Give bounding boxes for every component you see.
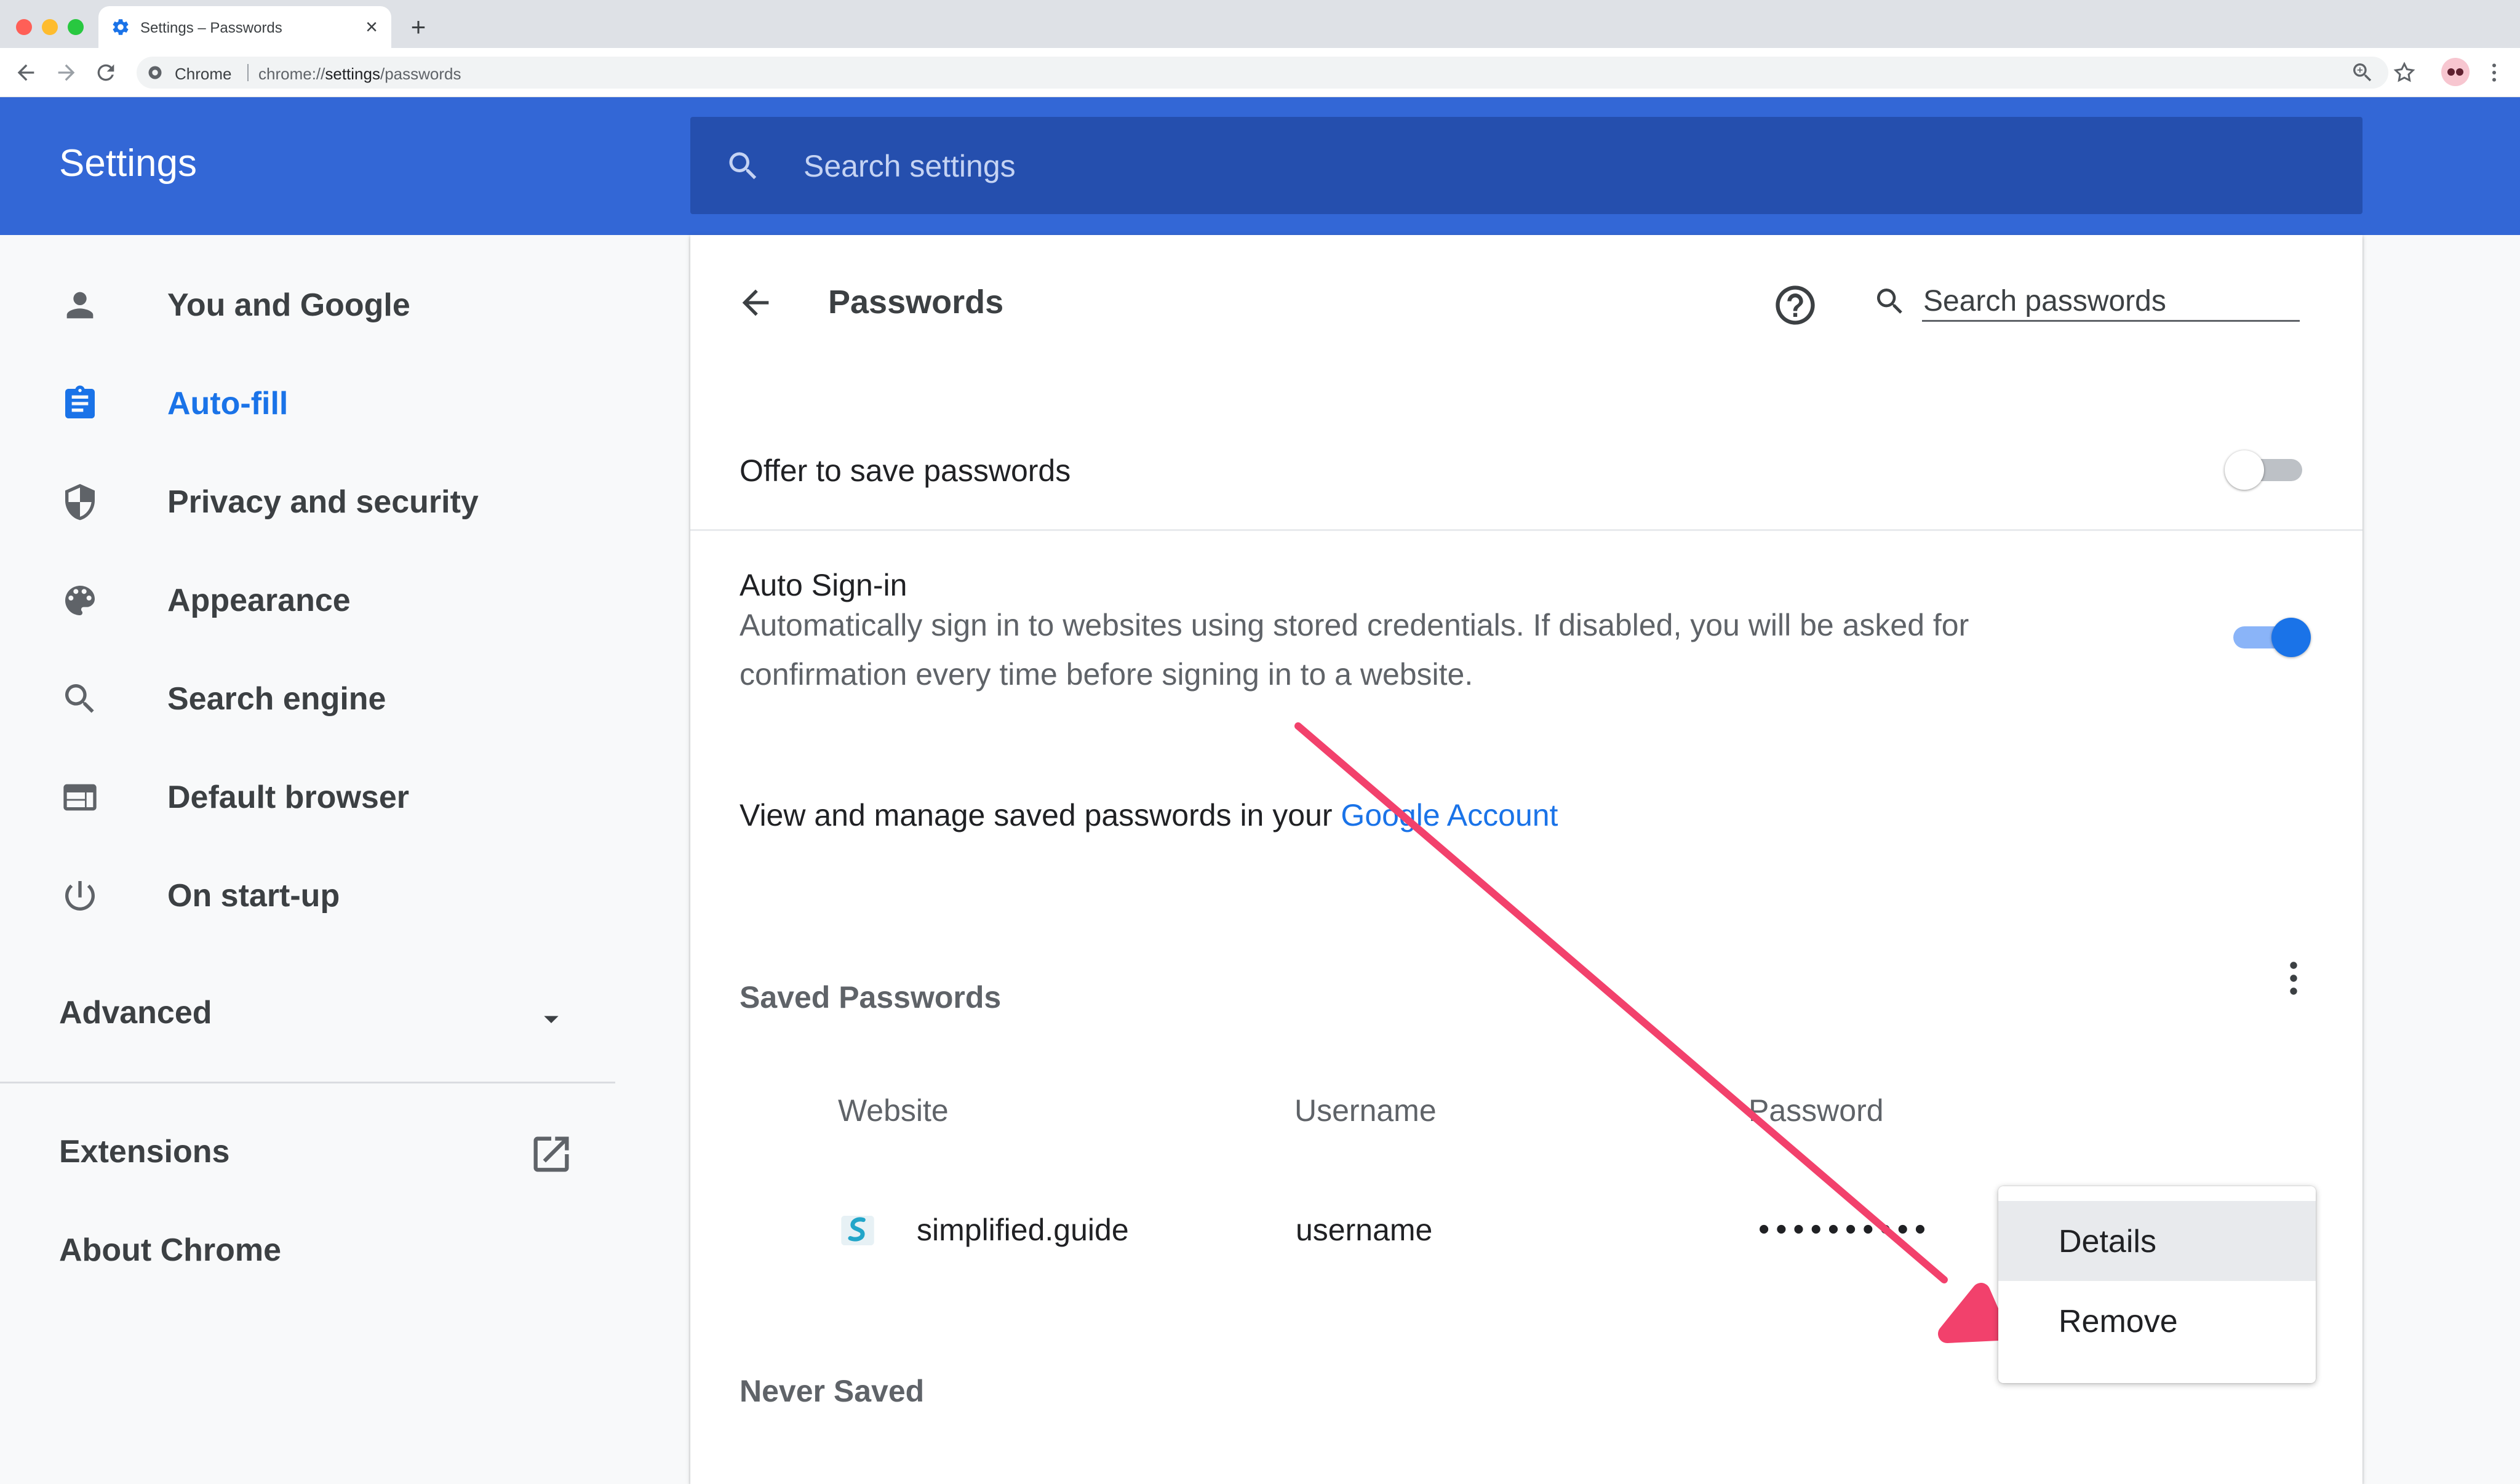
- sidebar-item-privacy-and-security[interactable]: Privacy and security: [0, 452, 615, 550]
- shield-icon: [65, 484, 95, 521]
- bookmark-star-icon[interactable]: [2392, 60, 2417, 85]
- dropdown-arrow-icon[interactable]: [534, 1002, 568, 1036]
- sidebar-item-label: Appearance: [167, 583, 351, 618]
- address-bar[interactable]: Chrome chrome://settings/passwords: [137, 57, 2388, 89]
- back-arrow-icon[interactable]: [14, 60, 38, 85]
- sidebar-extensions-label: Extensions: [59, 1134, 230, 1170]
- sidebar-item-label: Search engine: [167, 681, 386, 717]
- sidebar-divider: [0, 1082, 615, 1083]
- page-title: Passwords: [828, 284, 1004, 321]
- search-icon: [1876, 289, 1902, 314]
- settings-sidebar: You and Google Auto-fill Privacy and sec…: [0, 235, 615, 1484]
- simplified-guide-favicon-icon: [841, 1216, 874, 1245]
- sidebar-item-label: You and Google: [167, 287, 410, 323]
- profile-glasses-icon: [2447, 68, 2463, 76]
- toggle-knob: [2271, 618, 2311, 657]
- browser-tab-settings[interactable]: Settings – Passwords ×: [98, 6, 391, 49]
- menu-item-details[interactable]: Details: [1998, 1201, 2316, 1281]
- settings-search-input[interactable]: [802, 139, 2281, 193]
- offer-to-save-label: Offer to save passwords: [740, 453, 1071, 488]
- back-arrow-icon[interactable]: [736, 283, 775, 322]
- settings-gear-icon: [113, 19, 129, 35]
- password-search-input[interactable]: [1922, 282, 2300, 322]
- browser-toolbar: Chrome chrome://settings/passwords: [0, 48, 2520, 97]
- saved-website: simplified.guide: [917, 1213, 1129, 1247]
- tab-title: Settings – Passwords: [140, 20, 282, 36]
- sidebar-item-label: On start-up: [167, 878, 340, 914]
- column-header-password: Password: [1748, 1093, 1884, 1128]
- sidebar-item-default-browser[interactable]: Default browser: [0, 747, 615, 845]
- browser-tab-strip: Settings – Passwords × +: [0, 0, 2520, 49]
- browser-window-icon: [63, 784, 97, 811]
- omnibox-chip: Chrome: [175, 65, 232, 83]
- sidebar-item-auto-fill[interactable]: Auto-fill: [0, 353, 615, 452]
- row-separator: [690, 529, 2362, 531]
- manage-passwords-text: View and manage saved passwords in your …: [740, 797, 1558, 833]
- url-text: chrome://settings/passwords: [258, 65, 461, 84]
- clipboard-icon: [65, 385, 95, 418]
- sidebar-item-label: Default browser: [167, 780, 409, 815]
- sidebar-item-extensions[interactable]: Extensions: [59, 1133, 229, 1170]
- palette-icon: [65, 586, 95, 615]
- saved-username: username: [1296, 1213, 1433, 1247]
- sidebar-item-you-and-google[interactable]: You and Google: [0, 255, 615, 353]
- maximize-window-button[interactable]: [68, 19, 84, 35]
- sidebar-about-label: About Chrome: [59, 1232, 282, 1268]
- sidebar-item-on-start-up[interactable]: On start-up: [0, 845, 615, 944]
- open-in-new-icon[interactable]: [528, 1131, 575, 1178]
- close-window-button[interactable]: [16, 19, 32, 35]
- menu-item-label: Remove: [2059, 1304, 2178, 1339]
- manage-passwords-prefix: View and manage saved passwords in your: [740, 798, 1341, 832]
- menu-item-remove[interactable]: Remove: [1998, 1281, 2316, 1361]
- settings-header: Settings: [0, 97, 2520, 235]
- new-tab-button[interactable]: +: [404, 12, 433, 42]
- sidebar-advanced-label: Advanced: [59, 995, 212, 1031]
- reload-icon[interactable]: [94, 60, 118, 85]
- google-account-link[interactable]: Google Account: [1341, 798, 1558, 832]
- search-icon: [65, 684, 94, 713]
- column-header-website: Website: [838, 1093, 949, 1128]
- settings-title: Settings: [59, 142, 197, 185]
- power-icon: [65, 881, 95, 911]
- toggle-knob: [2225, 450, 2264, 490]
- sidebar-item-label: Privacy and security: [167, 484, 479, 520]
- zoom-icon[interactable]: [2350, 60, 2375, 85]
- settings-search-bar[interactable]: [690, 117, 2362, 214]
- url-host: settings: [325, 65, 380, 83]
- omnibox-separator: [247, 64, 249, 81]
- sidebar-item-about-chrome[interactable]: About Chrome: [59, 1232, 281, 1269]
- column-header-username: Username: [1294, 1093, 1437, 1128]
- url-path: /passwords: [380, 65, 461, 83]
- more-menu-icon[interactable]: [2482, 60, 2506, 85]
- auto-signin-description: Automatically sign in to websites using …: [740, 608, 1969, 692]
- minimize-window-button[interactable]: [42, 19, 58, 35]
- auto-signin-toggle[interactable]: [2225, 612, 2311, 661]
- close-tab-icon[interactable]: ×: [359, 15, 384, 39]
- more-actions-icon[interactable]: [2271, 956, 2316, 1000]
- sidebar-item-appearance[interactable]: Appearance: [0, 550, 615, 648]
- password-search: [1873, 272, 2303, 333]
- search-icon: [729, 152, 757, 180]
- forward-arrow-icon[interactable]: [54, 60, 79, 85]
- person-icon: [66, 292, 94, 319]
- auto-signin-title: Auto Sign-in: [740, 568, 907, 602]
- saved-password-dots: ••••••••••: [1758, 1211, 1932, 1247]
- sidebar-item-search-engine[interactable]: Search engine: [0, 648, 615, 747]
- help-icon[interactable]: [1772, 282, 1819, 329]
- profile-avatar[interactable]: [2441, 58, 2470, 86]
- never-saved-heading: Never Saved: [740, 1374, 925, 1408]
- chrome-page-icon: [148, 66, 162, 79]
- saved-passwords-heading: Saved Passwords: [740, 980, 1002, 1015]
- sidebar-item-label: Auto-fill: [167, 386, 289, 421]
- sidebar-advanced[interactable]: Advanced: [59, 994, 212, 1031]
- offer-to-save-toggle[interactable]: [2225, 444, 2311, 493]
- menu-item-label: Details: [2059, 1224, 2156, 1259]
- url-prefix: chrome://: [258, 65, 325, 83]
- password-actions-menu: Details Remove: [1998, 1186, 2316, 1383]
